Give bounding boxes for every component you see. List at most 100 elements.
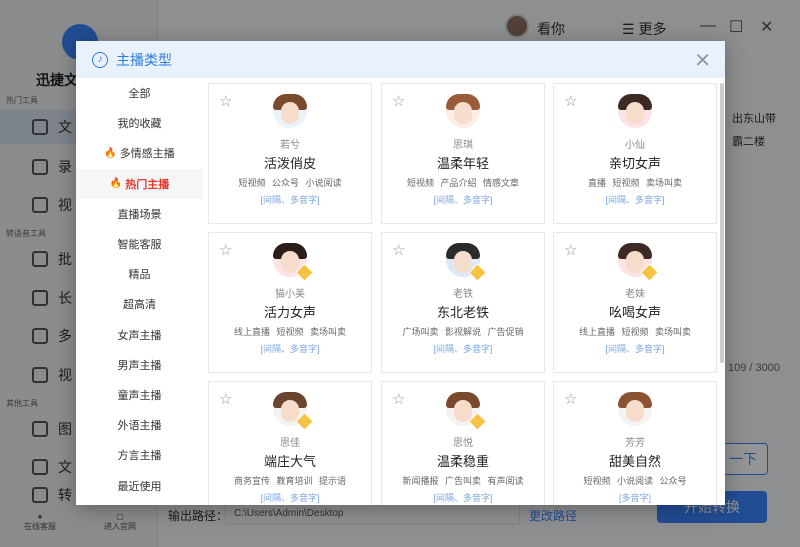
category-item[interactable]: 方言主播 [76, 440, 203, 470]
category-item[interactable]: 我的收藏 [76, 108, 203, 138]
voice-style: 活力女声 [263, 305, 316, 320]
category-item[interactable]: 智能客服 [76, 229, 203, 259]
voice-avatar [618, 392, 652, 426]
voice-features: [间隔、多音字] [260, 195, 320, 205]
star-icon[interactable]: ☆ [392, 241, 405, 259]
voice-card[interactable]: ☆ 思悦温柔稳重新闻播报 广告叫卖 有声阅读 [间隔、多音字] [381, 381, 545, 505]
voice-card[interactable]: ☆ 若兮活泼俏皮短视频 公众号 小说阅读 [间隔、多音字] [208, 83, 372, 224]
category-item[interactable]: 最近使用 [76, 470, 203, 500]
category-label: 我的收藏 [117, 118, 162, 131]
voice-tags: 新闻播报 广告叫卖 有声阅读 [402, 476, 524, 486]
voice-name: 猫小美 [275, 289, 305, 300]
voice-card[interactable]: ☆ 老妹吆喝女声线上直播 短视频 卖场叫卖 [间隔、多音字] [553, 232, 717, 373]
category-label: 超高清 [123, 299, 156, 312]
category-label: 外语主播 [117, 420, 162, 433]
music-note-icon: ♪ [92, 51, 108, 68]
voice-features: [间隔、多音字] [605, 195, 665, 205]
category-item[interactable]: 男声主播 [76, 350, 203, 380]
voice-avatar [273, 94, 307, 128]
voice-name: 老妹 [625, 289, 645, 300]
voice-style: 吆喝女声 [608, 305, 661, 320]
voice-card[interactable]: ☆ 芳芳甜美自然短视频 小说阅读 公众号 [多音字] [553, 381, 717, 505]
voice-features: [间隔、多音字] [433, 195, 493, 205]
voice-style: 甜美自然 [608, 454, 661, 469]
category-item[interactable]: 外语主播 [76, 410, 203, 440]
voice-tags: 线上直播 短视频 卖场叫卖 [578, 327, 691, 337]
voice-tags: 短视频 小说阅读 公众号 [583, 476, 687, 486]
voice-name: 老铁 [453, 289, 473, 300]
category-item[interactable]: 超高清 [76, 289, 203, 319]
category-item[interactable]: 直播场景 [76, 199, 203, 229]
voice-avatar [446, 94, 480, 128]
voice-avatar [273, 243, 314, 282]
scrollbar[interactable] [720, 83, 724, 363]
flame-icon: 🔥 [109, 178, 123, 190]
voice-style: 端庄大气 [263, 454, 316, 469]
star-icon[interactable]: ☆ [219, 390, 232, 408]
voice-name: 小仙 [625, 140, 645, 151]
voice-features: [间隔、多音字] [605, 344, 665, 354]
voice-name: 芳芳 [625, 438, 645, 449]
voice-features: [间隔、多音字] [433, 493, 493, 503]
voice-card[interactable]: ☆ 老铁东北老铁广场叫卖 影视解说 广告促销 [间隔、多音字] [381, 232, 545, 373]
category-item[interactable]: 女声主播 [76, 320, 203, 350]
category-label: 多情感主播 [119, 148, 175, 161]
category-list: 全部 我的收藏 🔥 多情感主播 🔥 热门主播 直播场景 智能客服 精品 超高清 女声主播 男声主播 童声… [76, 78, 203, 505]
star-icon[interactable]: ☆ [392, 390, 405, 408]
voice-features: [间隔、多音字] [260, 344, 320, 354]
category-label: 热门主播 [125, 178, 170, 191]
voice-style: 温柔年轻 [436, 156, 489, 171]
voice-avatar [618, 243, 659, 282]
voice-avatar [446, 392, 487, 431]
voice-avatar [273, 392, 314, 431]
star-icon[interactable]: ☆ [219, 241, 232, 259]
voice-card[interactable]: ☆ 猫小美活力女声线上直播 短视频 卖场叫卖 [间隔、多音字] [208, 232, 372, 373]
voice-tags: 线上直播 短视频 卖场叫卖 [233, 327, 346, 337]
category-label: 女声主播 [117, 329, 162, 342]
voice-tags: 广场叫卖 影视解说 广告促销 [402, 327, 524, 337]
category-label: 男声主播 [117, 359, 162, 372]
category-item[interactable]: 🔥 多情感主播 [76, 138, 203, 168]
category-item[interactable]: 童声主播 [76, 380, 203, 410]
voice-name: 若兮 [280, 140, 300, 151]
star-icon[interactable]: ☆ [564, 390, 577, 408]
voice-tags: 短视频 公众号 小说阅读 [238, 178, 342, 188]
star-icon[interactable]: ☆ [392, 92, 405, 110]
voice-name: 思琪 [453, 140, 473, 151]
category-item[interactable]: 全部 [76, 78, 203, 108]
voice-tags: 商务宣传 教育培训 提示语 [233, 476, 346, 486]
flame-icon: 🔥 [104, 147, 117, 159]
category-label: 最近使用 [117, 480, 162, 493]
voice-tags: 直播 短视频 卖场叫卖 [587, 178, 682, 188]
category-item[interactable]: 🔥 热门主播 [76, 168, 203, 199]
voice-name: 思佳 [280, 438, 300, 449]
star-icon[interactable]: ☆ [564, 92, 577, 110]
voice-type-dialog: ♪ 主播类型 ✕ 全部 我的收藏 🔥 多情感主播 🔥 热门主播 直播场景 智能客服 精品 超高清女… [76, 41, 725, 505]
category-label: 全部 [128, 88, 151, 101]
voice-style: 亲切女声 [608, 156, 661, 171]
dialog-title: 主播类型 [116, 51, 172, 68]
star-icon[interactable]: ☆ [564, 241, 577, 259]
close-icon[interactable]: ✕ [694, 48, 711, 73]
voice-avatar [618, 94, 652, 128]
voice-card[interactable]: ☆ 思琪温柔年轻短视频 产品介绍 情感文章 [间隔、多音字] [381, 83, 545, 224]
voice-card[interactable]: ☆ 小仙亲切女声直播 短视频 卖场叫卖 [间隔、多音字] [553, 83, 717, 224]
category-item[interactable]: 精品 [76, 259, 203, 289]
category-label: 童声主播 [117, 389, 162, 402]
voice-tags: 短视频 产品介绍 情感文章 [406, 178, 519, 188]
voice-style: 东北老铁 [436, 305, 489, 320]
category-label: 智能客服 [117, 239, 162, 252]
category-label: 精品 [128, 269, 151, 282]
voice-features: [多音字] [618, 493, 651, 503]
dialog-header: ♪ 主播类型 ✕ [76, 41, 725, 78]
voice-style: 活泼俏皮 [263, 156, 316, 171]
voice-avatar [446, 243, 487, 282]
category-label: 方言主播 [117, 450, 162, 463]
star-icon[interactable]: ☆ [219, 92, 232, 110]
voice-style: 温柔稳重 [436, 454, 489, 469]
voice-card[interactable]: ☆ 思佳端庄大气商务宣传 教育培训 提示语 [间隔、多音字] [208, 381, 372, 505]
voice-features: [间隔、多音字] [433, 344, 493, 354]
voice-features: [间隔、多音字] [260, 493, 320, 503]
voice-name: 思悦 [453, 438, 473, 449]
category-label: 直播场景 [117, 208, 162, 221]
